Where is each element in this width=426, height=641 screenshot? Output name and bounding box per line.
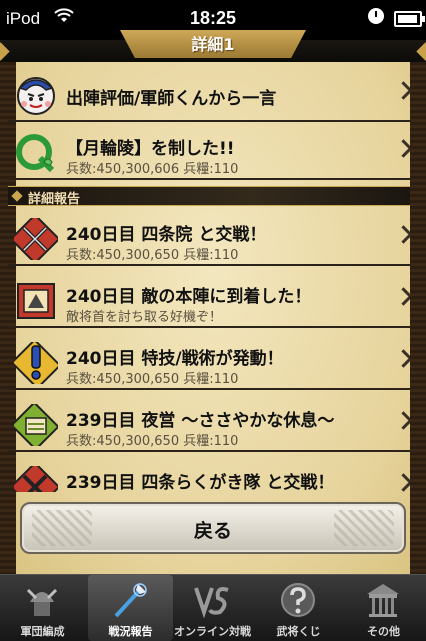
chevron-right-icon: [394, 81, 413, 100]
tab-bar: 軍団編成 戦況報告 オンライン対戦 武将くじ その他: [0, 574, 426, 641]
report-row[interactable]: 240日目 敵の本陣に到着した！ 敵将首を討ち取る好機ぞ！: [8, 272, 418, 328]
samurai-helmet-icon: [22, 580, 62, 620]
crossed-swords-icon: [9, 213, 61, 265]
report-row[interactable]: 239日目 夜営 ～ささやかな休息～ 兵数:450,300,650 兵糧:110: [8, 396, 418, 452]
clock-time: 18:25: [189, 8, 237, 28]
row-title: 出陣評価/軍師くんから一言: [66, 89, 277, 109]
battery-icon: [394, 11, 425, 27]
back-button[interactable]: 戻る: [20, 502, 406, 554]
chevron-right-icon: [394, 287, 413, 306]
report-row[interactable]: 239日目 四条らくがき隊 と交戦！: [8, 458, 418, 492]
row-title: 240日目 特技/戦術が発動！: [66, 349, 284, 369]
evaluation-row[interactable]: 出陣評価/軍師くんから一言: [8, 66, 418, 122]
crossed-swords-icon: [9, 461, 61, 492]
section-header-label: 詳細報告: [28, 192, 81, 207]
row-title: 240日目 敵の本陣に到着した！: [66, 287, 312, 307]
chevron-right-icon: [394, 349, 413, 368]
tab-label: 武将くじ: [276, 625, 321, 638]
tab-battle-report[interactable]: 戦況報告: [88, 575, 173, 641]
question-icon: [278, 580, 318, 620]
tab-other[interactable]: その他: [341, 575, 426, 641]
tab-army[interactable]: 軍団編成: [0, 575, 85, 641]
row-message: 敵将首を討ち取る好機ぞ！: [66, 310, 223, 325]
chevron-right-icon: [394, 411, 413, 430]
section-header: 詳細報告: [8, 186, 418, 207]
rest-camp-icon: [10, 401, 60, 451]
tab-online-battle[interactable]: オンライン対戦: [170, 575, 255, 641]
row-stats: 兵数:450,300,650 兵糧:110: [66, 372, 239, 387]
chevron-right-icon: [394, 473, 413, 492]
detail-content: 出陣評価/軍師くんから一言 【月輪陵】を制した!! 兵数:450,300,606…: [0, 62, 426, 574]
page-title: 詳細1: [120, 30, 306, 58]
row-stats: 兵数:450,300,650 兵糧:110: [66, 248, 239, 263]
row-stats: 兵数:450,300,650 兵糧:110: [66, 434, 239, 449]
chevron-right-icon: [394, 139, 413, 158]
exclamation-icon: [10, 338, 62, 390]
spear-icon: [110, 580, 150, 620]
strategist-face-icon: [14, 74, 58, 116]
tab-label: その他: [367, 625, 400, 638]
row-title: 239日目 四条らくがき隊 と交戦！: [66, 473, 335, 492]
tab-general-lottery[interactable]: 武将くじ: [256, 575, 341, 641]
row-title: 240日目 四条院 と交戦！: [66, 225, 267, 245]
tab-label: オンライン対戦: [174, 625, 251, 638]
row-stats: 兵数:450,300,606 兵糧:110: [66, 162, 239, 177]
row-title: 【月輪陵】を制した!!: [66, 139, 235, 159]
row-title: 239日目 夜営 ～ささやかな休息～: [66, 411, 335, 431]
victory-row[interactable]: 【月輪陵】を制した!! 兵数:450,300,606 兵糧:110: [8, 124, 418, 180]
q-seal-icon: [14, 132, 58, 174]
alarm-clock-icon: [368, 8, 384, 24]
chevron-right-icon: [394, 225, 413, 244]
report-row[interactable]: 240日目 特技/戦術が発動！ 兵数:450,300,650 兵糧:110: [8, 334, 418, 390]
enemy-camp-icon: [14, 280, 58, 322]
shrine-icon: [363, 580, 403, 620]
report-row[interactable]: 240日目 四条院 と交戦！ 兵数:450,300,650 兵糧:110: [8, 210, 418, 266]
versus-icon: [192, 580, 232, 620]
back-button-label: 戻る: [193, 520, 232, 542]
tab-label: 軍団編成: [20, 625, 65, 638]
tab-label: 戦況報告: [108, 625, 153, 638]
